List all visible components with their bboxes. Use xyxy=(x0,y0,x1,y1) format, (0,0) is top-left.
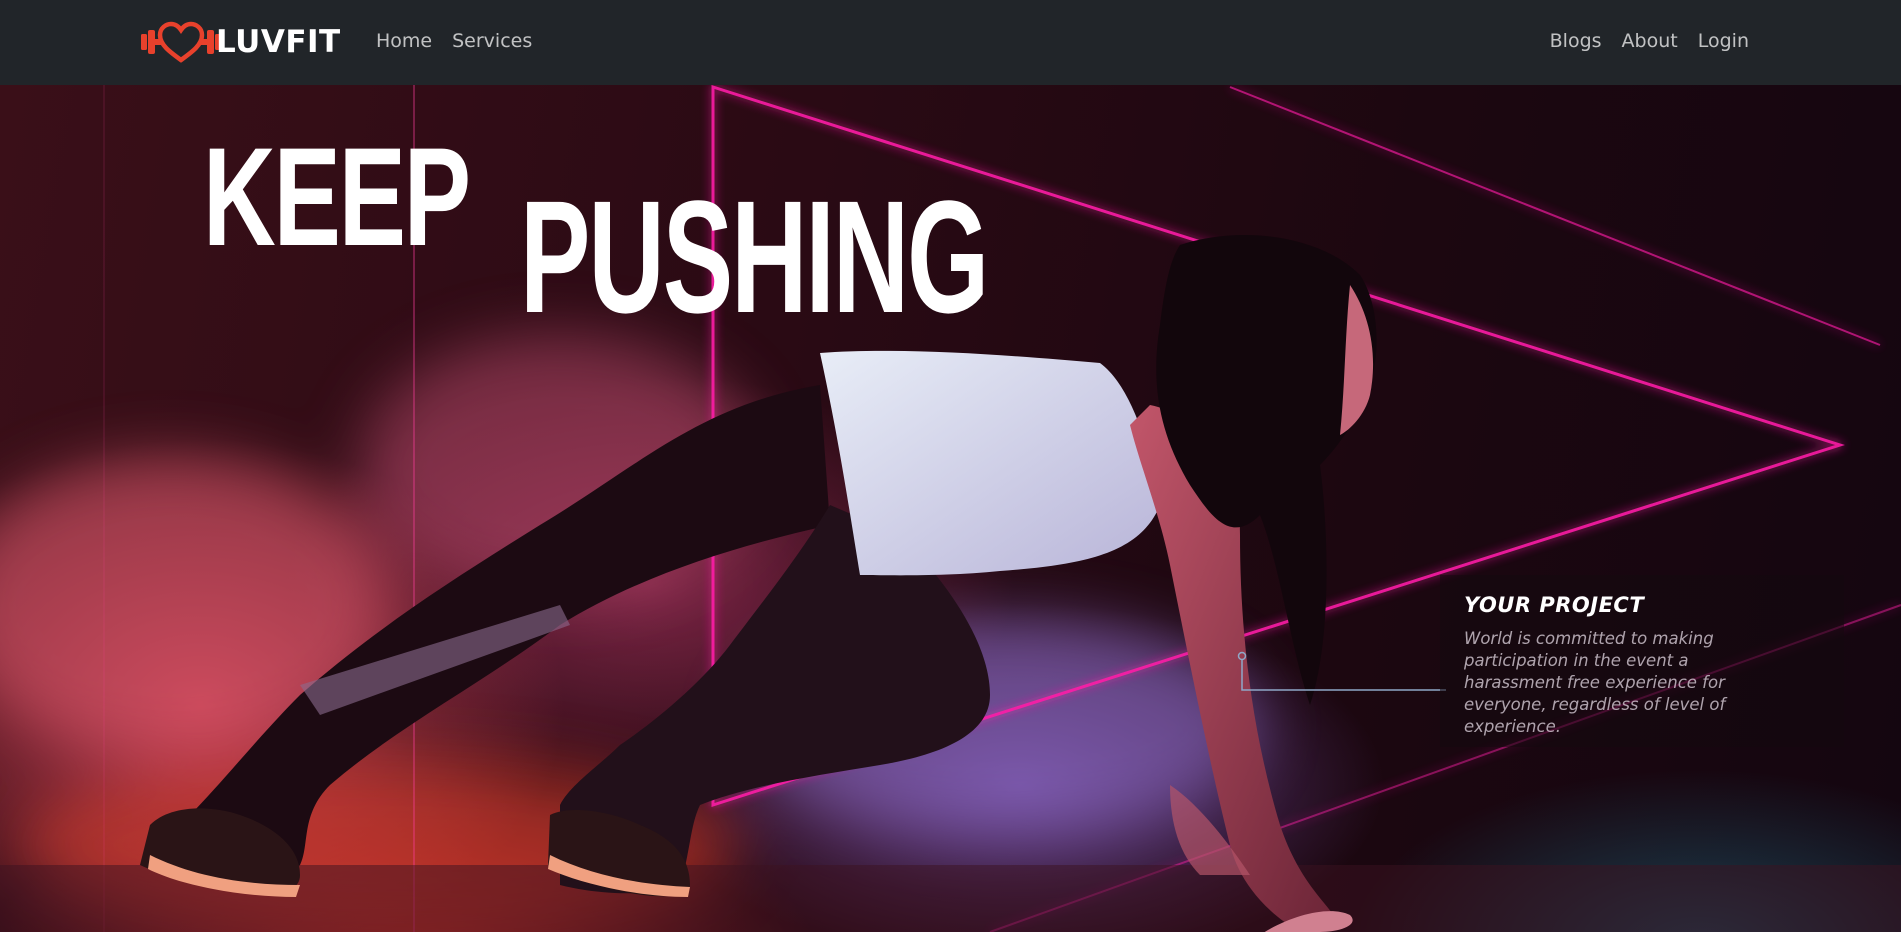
nav-home[interactable]: Home xyxy=(376,30,432,52)
nav-services[interactable]: Services xyxy=(452,30,532,52)
project-description: World is committed to making participati… xyxy=(1464,629,1726,736)
secondary-nav: Blogs About Login xyxy=(1550,30,1749,52)
headline-pushing: PUSHING xyxy=(520,167,989,346)
hero-banner: KEEP PUSHING xyxy=(0,85,1901,932)
heart-dumbbell-icon xyxy=(141,21,221,63)
top-navbar: LUVFIT Home Services Blogs About Login xyxy=(0,0,1901,85)
brand-link[interactable]: LUVFIT xyxy=(140,20,341,64)
nav-login[interactable]: Login xyxy=(1698,30,1749,52)
brand-name: LUVFIT xyxy=(216,24,341,60)
callout-connector xyxy=(1237,651,1446,691)
headline-keep: KEEP xyxy=(203,118,471,275)
nav-about[interactable]: About xyxy=(1622,30,1678,52)
nav-blogs[interactable]: Blogs xyxy=(1550,30,1602,52)
primary-nav: Home Services xyxy=(376,30,532,52)
project-title: YOUR PROJECT xyxy=(1464,593,1645,617)
